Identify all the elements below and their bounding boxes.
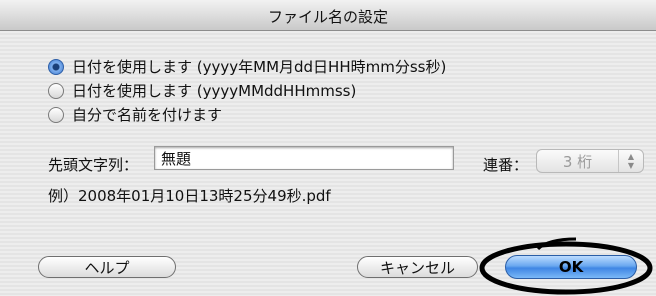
sequence-value: 3 桁	[562, 152, 593, 171]
radio-option-custom-name[interactable]: 自分で名前を付けます	[48, 104, 222, 125]
cancel-button[interactable]: キャンセル	[357, 256, 478, 278]
radio-label: 日付を使用します (yyyy年MM月dd日HH時mm分ss秒)	[72, 58, 447, 76]
radio-option-date-compact[interactable]: 日付を使用します (yyyyMMddHHmmss)	[48, 80, 356, 101]
file-name-settings-dialog: ファイル名の設定 日付を使用します (yyyy年MM月dd日HH時mm分ss秒)…	[0, 0, 656, 296]
radio-option-date-formatted[interactable]: 日付を使用します (yyyy年MM月dd日HH時mm分ss秒)	[48, 56, 446, 77]
radio-label: 自分で名前を付けます	[72, 106, 223, 124]
sequence-digits-select[interactable]: 3 桁 ▲ ▼	[536, 149, 644, 173]
title-bar: ファイル名の設定	[0, 0, 656, 31]
example-filename: 例）2008年01月10日13時25分49秒.pdf	[48, 187, 331, 205]
ok-button[interactable]: OK	[505, 255, 637, 279]
sequence-label: 連番：	[483, 156, 529, 174]
prefix-label: 先頭文字列：	[48, 156, 139, 174]
select-stepper-icon: ▲ ▼	[618, 150, 643, 172]
radio-label: 日付を使用します (yyyyMMddHHmmss)	[72, 82, 357, 100]
radio-unselected-icon	[48, 82, 64, 99]
dialog-title: ファイル名の設定	[267, 8, 388, 26]
help-button[interactable]: ヘルプ	[38, 256, 176, 278]
prefix-input[interactable]	[154, 146, 454, 170]
radio-unselected-icon	[48, 106, 64, 123]
radio-selected-icon	[48, 58, 64, 75]
